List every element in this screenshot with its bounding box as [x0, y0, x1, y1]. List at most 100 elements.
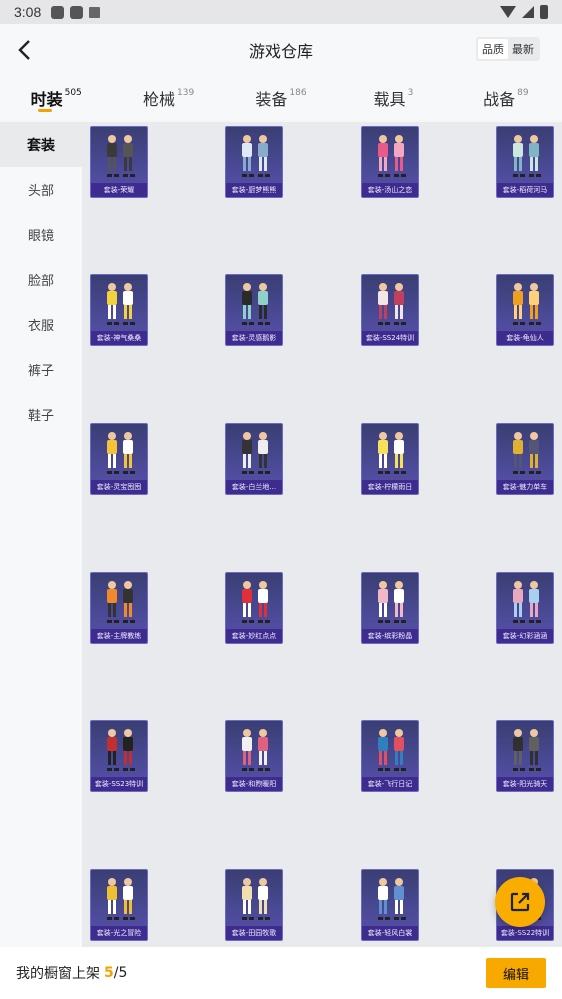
outfit-name: 套装-缤彩粉晶 [362, 629, 418, 643]
outfit-card[interactable]: 套装-飞行日记 [361, 720, 419, 792]
outfit-thumbnail-image [242, 581, 270, 623]
outfit-name: 套装-汤山之恋 [362, 183, 418, 197]
tab-guns[interactable]: 枪械 139 [112, 76, 224, 120]
outfit-thumbnail-image [107, 135, 135, 177]
page-title: 游戏仓库 [248, 42, 313, 61]
outfit-card[interactable]: 套装-阳光骑天 [496, 720, 554, 792]
share-button[interactable] [495, 877, 545, 927]
outfit-thumbnail-image [513, 581, 541, 623]
outfit-name: 套装-光之冒险 [91, 926, 147, 940]
outfit-thumbnail-image [513, 135, 541, 177]
notification-icon [70, 5, 84, 19]
outfit-name: 套装-白兰地... [226, 480, 282, 494]
outfit-name: 套装-轻风白裳 [362, 926, 418, 940]
outfit-name: 套装-龟仙人 [497, 331, 553, 345]
tab-label: 装备 [255, 90, 288, 109]
outfit-card[interactable]: 套装-田园牧歌 [225, 869, 283, 941]
tab-count: 505 [64, 88, 82, 98]
sort-toggle[interactable]: 品质 最新 [476, 37, 540, 61]
back-button[interactable] [14, 36, 38, 64]
tab-equipment[interactable]: 装备 186 [225, 76, 337, 120]
tab-label: 载具 [373, 90, 406, 109]
tab-count: 139 [177, 88, 195, 98]
sidebar-item-head[interactable]: 头部 [0, 167, 82, 212]
outfit-card[interactable]: 套装-稻荷河马 [496, 126, 554, 198]
outfit-name: 套装-和煦暖阳 [226, 777, 282, 791]
outfit-thumbnail-image [513, 729, 541, 771]
outfit-card[interactable]: 套装-汤山之恋 [361, 126, 419, 198]
sidebar-item-outfits[interactable]: 套装 [0, 122, 82, 167]
outfit-name: 套装-神气桑桑 [91, 331, 147, 345]
outfit-name: 套装-柠檬雨日 [362, 480, 418, 494]
outfit-card[interactable]: 套装-龟仙人 [496, 274, 554, 346]
outfit-name: 套装-阳光骑天 [497, 777, 553, 791]
sidebar-item-pants[interactable]: 裤子 [0, 347, 82, 392]
outfit-thumbnail-image [107, 432, 135, 474]
sidebar-item-face[interactable]: 脸部 [0, 257, 82, 302]
tab-fashion[interactable]: 时装 505 [0, 76, 112, 120]
outfit-card[interactable]: 套装-和煦暖阳 [225, 720, 283, 792]
outfit-name: 套装-荣耀 [91, 183, 147, 197]
category-tabs: 时装 505 枪械 139 装备 186 载具 3 战备 89 [0, 76, 562, 120]
outfit-card[interactable]: 套装-SS23特训 [90, 720, 148, 792]
tab-label: 枪械 [143, 90, 176, 109]
status-bar: 3:08 [0, 0, 562, 24]
external-link-icon [510, 892, 530, 912]
outfit-card[interactable]: 套装-灵宝囤囤 [90, 423, 148, 495]
outfit-name: 套装-幻彩涵涵 [497, 629, 553, 643]
item-grid: 套装-荣耀 套装-厨梦熊熊 套装-汤山之恋 套装-稻荷河马套装-神气桑桑 套装-灵感鹅影… [82, 122, 562, 947]
tab-label: 战备 [483, 90, 516, 109]
sort-quality-option[interactable]: 品质 [478, 39, 508, 59]
sidebar-item-glasses[interactable]: 眼镜 [0, 212, 82, 257]
outfit-thumbnail-image [378, 581, 406, 623]
outfit-thumbnail-image [378, 432, 406, 474]
sort-latest-option[interactable]: 最新 [508, 39, 538, 59]
outfit-card[interactable]: 套装-灵感鹅影 [225, 274, 283, 346]
outfit-card[interactable]: 套装-妙红点点 [225, 572, 283, 644]
outfit-card[interactable]: 套装-SS24特训 [361, 274, 419, 346]
sidebar-item-shoes[interactable]: 鞋子 [0, 392, 82, 437]
outfit-thumbnail-image [513, 283, 541, 325]
outfit-name: 套装-飞行日记 [362, 777, 418, 791]
outfit-thumbnail-image [242, 432, 270, 474]
outfit-thumbnail-image [378, 135, 406, 177]
outfit-card[interactable]: 套装-轻风白裳 [361, 869, 419, 941]
header: 游戏仓库 品质 最新 [0, 24, 562, 76]
outfit-thumbnail-image [378, 729, 406, 771]
sidebar: 套装 头部 眼镜 脸部 衣服 裤子 鞋子 [0, 122, 82, 947]
outfit-name: 套装-SS23特训 [91, 777, 147, 791]
outfit-name: 套装-田园牧歌 [226, 926, 282, 940]
outfit-card[interactable]: 套装-柠檬雨日 [361, 423, 419, 495]
edit-button[interactable]: 编辑 [486, 958, 546, 988]
tab-count: 3 [407, 88, 414, 98]
outfit-card[interactable]: 套装-白兰地... [225, 423, 283, 495]
outfit-name: 套装-灵宝囤囤 [91, 480, 147, 494]
outfit-thumbnail-image [378, 878, 406, 920]
outfit-card[interactable]: 套装-魅力单车 [496, 423, 554, 495]
showcase-total-count: 5 [118, 965, 128, 981]
tab-battle-gear[interactable]: 战备 89 [450, 76, 562, 120]
outfit-thumbnail-image [107, 878, 135, 920]
outfit-card[interactable]: 套装-荣耀 [90, 126, 148, 198]
tab-vehicles[interactable]: 载具 3 [337, 76, 449, 120]
battery-icon [540, 5, 548, 19]
outfit-thumbnail-image [378, 283, 406, 325]
outfit-name: 套装-厨梦熊熊 [226, 183, 282, 197]
outfit-thumbnail-image [107, 729, 135, 771]
wifi-icon [500, 6, 516, 18]
showcase-bar: 我的橱窗上架 5 / 5 编辑 [0, 947, 562, 999]
showcase-label: 我的橱窗上架 [16, 966, 100, 982]
tab-count: 89 [517, 88, 529, 98]
sidebar-item-clothes[interactable]: 衣服 [0, 302, 82, 347]
outfit-card[interactable]: 套装-光之冒险 [90, 869, 148, 941]
outfit-name: 套装-稻荷河马 [497, 183, 553, 197]
outfit-thumbnail-image [242, 283, 270, 325]
outfit-thumbnail-image [513, 432, 541, 474]
outfit-card[interactable]: 套装-神气桑桑 [90, 274, 148, 346]
outfit-card[interactable]: 套装-缤彩粉晶 [361, 572, 419, 644]
outfit-card[interactable]: 套装-厨梦熊熊 [225, 126, 283, 198]
outfit-card[interactable]: 套装-幻彩涵涵 [496, 572, 554, 644]
outfit-name: 套装-妙红点点 [226, 629, 282, 643]
outfit-card[interactable]: 套装-主牌教练 [90, 572, 148, 644]
outfit-name: 套装-魅力单车 [497, 480, 553, 494]
